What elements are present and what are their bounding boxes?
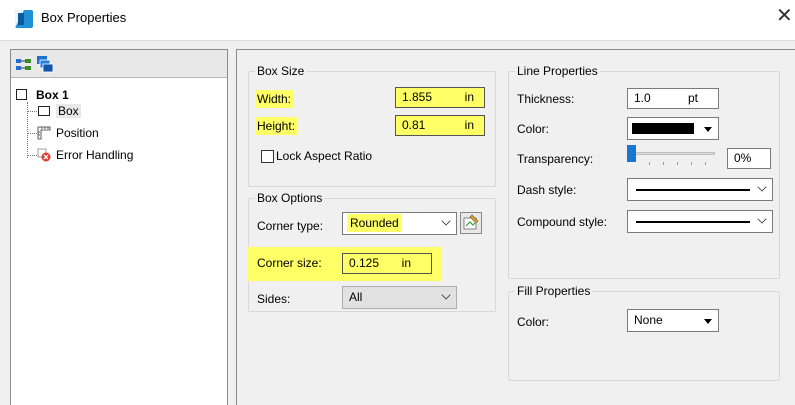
error-icon: [37, 148, 51, 162]
fill-properties-group: Fill Properties Color: None: [508, 284, 780, 381]
chevron-down-icon: [441, 290, 451, 300]
height-label: Height:: [255, 117, 298, 135]
layers-icon[interactable]: [36, 55, 54, 73]
tree-item-label: Error Handling: [56, 148, 134, 162]
transparency-slider[interactable]: [627, 144, 719, 168]
box-options-title: Box Options: [255, 191, 325, 205]
width-unit: in: [464, 90, 474, 104]
lock-aspect-label: Lock Aspect Ratio: [276, 149, 373, 163]
corner-size-unit: in: [401, 256, 411, 270]
tree-root-label: Box 1: [36, 88, 69, 102]
sides-select[interactable]: All: [342, 286, 457, 309]
line-color-picker[interactable]: [627, 117, 719, 140]
corner-type-select[interactable]: Rounded: [342, 212, 457, 235]
transparency-label: Transparency:: [517, 152, 594, 166]
line-color-label: Color:: [517, 122, 550, 136]
chevron-down-icon: [441, 216, 451, 226]
dash-style-select[interactable]: [627, 178, 773, 201]
line-color-swatch: [632, 123, 694, 134]
corner-type-value: Rounded: [347, 214, 402, 232]
thickness-value: 1.0: [634, 91, 651, 105]
slider-thumb[interactable]: [627, 145, 636, 162]
tree-connector: [27, 111, 37, 112]
dropdown-arrow-icon: [704, 319, 712, 324]
solid-line-preview: [636, 189, 750, 191]
tree-item-error-handling[interactable]: Error Handling: [37, 146, 133, 164]
window-title: Box Properties: [41, 10, 127, 25]
tree-connector: [27, 155, 37, 156]
compound-style-select[interactable]: [627, 210, 773, 233]
corner-size-label: Corner size:: [257, 256, 322, 270]
expand-all-icon[interactable]: [15, 55, 33, 73]
solid-line-preview: [636, 221, 750, 223]
height-value: 0.81: [402, 118, 426, 132]
slider-tick: [705, 162, 706, 165]
line-properties-title: Line Properties: [515, 64, 600, 78]
fill-color-value: None: [634, 313, 663, 327]
width-field[interactable]: 1.855 in: [395, 87, 485, 108]
transparency-field[interactable]: 0%: [727, 148, 771, 169]
tree-toolbar: [11, 50, 227, 78]
tree-item-position[interactable]: Position: [37, 124, 99, 142]
title-bar: Box Properties ✕: [0, 0, 795, 40]
tree-panel: Box 1 Box Position Error Handling: [10, 49, 228, 405]
sides-value: All: [349, 290, 363, 304]
corner-size-value: 0.125: [349, 256, 380, 270]
width-label: Width:: [255, 90, 294, 108]
tree-item-label: Box: [56, 104, 81, 118]
checkbox-icon: [16, 89, 27, 100]
height-unit: in: [464, 118, 474, 132]
box-options-group: Box Options Corner type: Rounded Corner …: [248, 191, 496, 312]
dialog-body: Box 1 Box Position Error Handling Box Si…: [0, 40, 795, 405]
close-icon[interactable]: ✕: [776, 6, 793, 26]
properties-panel: Box Size Width: 1.855 in Height: 0.81 in L…: [236, 49, 795, 405]
thickness-label: Thickness:: [517, 92, 575, 106]
slider-track: [631, 152, 715, 155]
fill-color-select[interactable]: None: [627, 309, 719, 332]
sides-label: Sides:: [257, 292, 291, 306]
app-logo-icon: [15, 10, 33, 28]
transparency-value: 0%: [734, 151, 752, 165]
slider-tick: [663, 162, 664, 165]
lock-aspect-checkbox[interactable]: [261, 150, 274, 163]
width-value: 1.855: [402, 90, 433, 104]
fill-properties-title: Fill Properties: [515, 284, 593, 298]
edit-corner-icon[interactable]: [460, 212, 482, 234]
slider-tick: [691, 162, 692, 165]
line-properties-group: Line Properties Thickness: 1.0 pt Color: …: [508, 64, 780, 279]
corner-size-field[interactable]: 0.125 in: [342, 253, 432, 274]
slider-tick: [649, 162, 650, 165]
dropdown-arrow-icon: [704, 127, 712, 132]
corner-type-label: Corner type:: [257, 219, 324, 233]
dash-style-label: Dash style:: [517, 183, 577, 197]
position-ruler-icon: [37, 126, 51, 140]
tree-item-box[interactable]: Box: [37, 102, 81, 120]
thickness-unit: pt: [687, 91, 698, 105]
slider-tick: [677, 162, 678, 165]
chevron-down-icon: [757, 214, 767, 224]
height-field[interactable]: 0.81 in: [395, 115, 485, 136]
tree-connector: [27, 133, 37, 134]
fill-color-label: Color:: [517, 315, 550, 329]
tree-item-label: Position: [56, 126, 99, 140]
box-size-group: Box Size Width: 1.855 in Height: 0.81 in L…: [248, 64, 496, 187]
chevron-down-icon: [757, 182, 767, 192]
thickness-field[interactable]: 1.0 pt: [627, 88, 719, 109]
box-size-title: Box Size: [255, 64, 307, 78]
compound-style-label: Compound style:: [517, 215, 608, 229]
box-outline-icon: [37, 104, 51, 118]
